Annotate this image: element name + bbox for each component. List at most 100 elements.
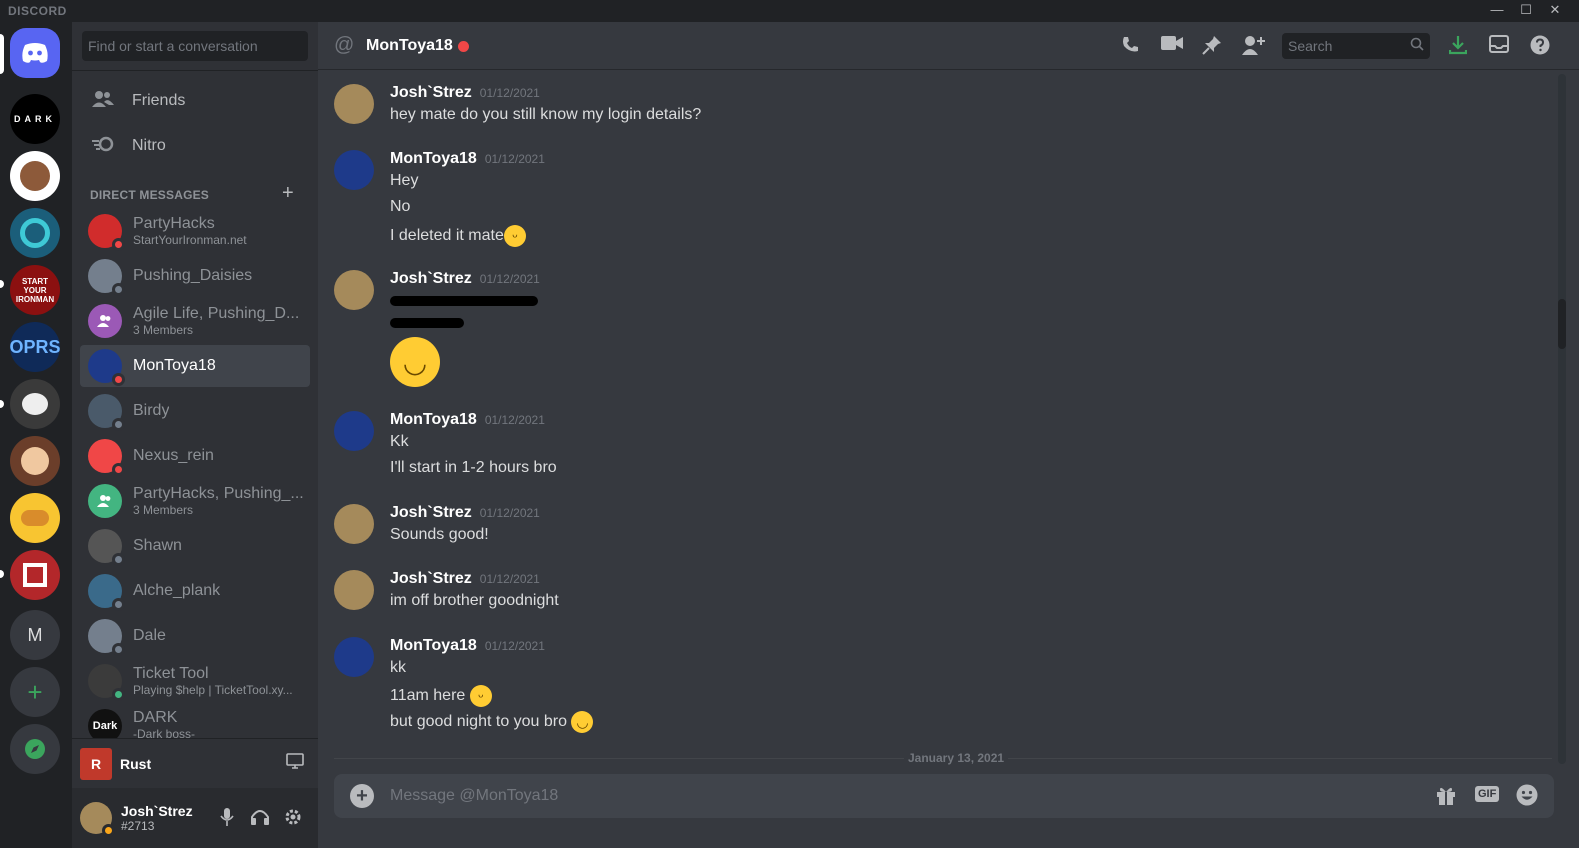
search-icon <box>1410 37 1424 54</box>
dm-name: Nexus_rein <box>133 447 214 464</box>
headphones-icon[interactable] <box>250 808 270 831</box>
channel-title: MonToya18 <box>366 37 453 54</box>
server-dark[interactable]: DARK <box>10 94 60 144</box>
avatar <box>88 439 125 476</box>
nitro-label: Nitro <box>132 137 166 154</box>
message-author[interactable]: MonToya18 01/12/2021 <box>390 411 545 429</box>
avatar[interactable] <box>334 270 374 310</box>
dm-name: Pushing_Daisies <box>133 267 253 284</box>
server-m[interactable]: M <box>10 610 60 660</box>
maximize-button[interactable]: ☐ <box>1512 2 1540 18</box>
pin-icon[interactable] <box>1202 35 1222 61</box>
avatar[interactable] <box>334 570 374 610</box>
group-icon <box>88 484 122 518</box>
add-member-icon[interactable] <box>1242 35 1266 61</box>
message-text: I deleted it mate ᵕ <box>390 225 526 247</box>
dm-item-partyhacks-group[interactable]: PartyHacks, Pushing_... 3 Members <box>80 480 310 522</box>
message-author[interactable]: MonToya18 01/12/2021 <box>390 150 545 168</box>
scrollbar-thumb[interactable] <box>1558 299 1566 349</box>
dm-name: PartyHacks, Pushing_... <box>133 485 304 502</box>
friends-label: Friends <box>132 92 186 109</box>
message-author[interactable]: Josh`Strez 01/12/2021 <box>390 84 540 102</box>
create-dm-button[interactable]: + <box>282 182 294 205</box>
unread-indicator <box>0 280 4 288</box>
nitro-nav[interactable]: Nitro <box>80 125 310 167</box>
find-conversation-input[interactable]: Find or start a conversation <box>82 31 308 61</box>
friends-nav[interactable]: Friends <box>80 80 310 122</box>
download-icon[interactable] <box>1448 35 1468 61</box>
microphone-icon[interactable] <box>220 808 234 831</box>
user-avatar[interactable] <box>80 802 115 837</box>
phone-icon[interactable] <box>1120 35 1140 61</box>
dm-activity: Playing $help | TicketTool.xy... <box>133 683 293 697</box>
user-tag: #2713 <box>121 819 155 833</box>
dm-item-partyhacks[interactable]: PartyHacks StartYourIronman.net <box>80 210 310 252</box>
avatar: Dark <box>88 709 122 738</box>
avatar <box>88 619 125 656</box>
screen-share-icon[interactable] <box>286 753 304 774</box>
avatar[interactable] <box>334 637 374 677</box>
dm-item-pushing-daisies[interactable]: Pushing_Daisies <box>80 255 310 297</box>
minimize-button[interactable]: — <box>1483 2 1511 17</box>
avatar <box>88 574 125 611</box>
message-text: 11am here ᵕ <box>390 685 492 707</box>
server-red[interactable] <box>10 550 60 600</box>
gif-button[interactable]: GIF <box>1475 786 1500 802</box>
dnd-status-icon <box>112 238 125 251</box>
home-button[interactable] <box>10 28 60 78</box>
message-composer[interactable]: + Message @MonToya18 GIF <box>334 774 1554 818</box>
dm-item-agile-life-group[interactable]: Agile Life, Pushing_D... 3 Members <box>80 300 310 342</box>
dm-name: MonToya18 <box>133 357 216 374</box>
server-anime[interactable] <box>10 436 60 486</box>
dm-item-alche-plank[interactable]: Alche_plank <box>80 570 310 612</box>
help-icon[interactable] <box>1530 35 1550 61</box>
message-author[interactable]: Josh`Strez 01/12/2021 <box>390 504 540 522</box>
message-author[interactable]: Josh`Strez 01/12/2021 <box>390 270 540 288</box>
attach-plus-icon[interactable]: + <box>350 784 374 808</box>
server-dog[interactable] <box>10 379 60 429</box>
message-input[interactable]: Message @MonToya18 <box>390 787 558 805</box>
dm-item-birdy[interactable]: Birdy <box>80 390 310 432</box>
server-panda[interactable] <box>10 151 60 201</box>
emoji-picker-icon[interactable] <box>1516 784 1538 812</box>
dm-name: Ticket Tool <box>133 665 209 682</box>
gift-icon[interactable] <box>1435 784 1457 812</box>
dm-item-shawn[interactable]: Shawn <box>80 525 310 567</box>
dm-item-nexus-rein[interactable]: Nexus_rein <box>80 435 310 477</box>
settings-gear-icon[interactable] <box>284 808 302 831</box>
search-input[interactable]: Search <box>1282 33 1430 59</box>
server-pancake[interactable] <box>10 493 60 543</box>
avatar[interactable] <box>334 504 374 544</box>
chat-scrollbar[interactable] <box>1558 74 1566 764</box>
dm-item-montoya18[interactable]: MonToya18 <box>80 345 310 387</box>
server-start-your-ironman[interactable]: START YOUR IRONMAN <box>10 265 60 315</box>
avatar[interactable] <box>334 150 374 190</box>
explore-servers-button[interactable] <box>10 724 60 774</box>
message-timestamp: 01/12/2021 <box>479 86 540 100</box>
message-timestamp: 01/12/2021 <box>479 506 540 520</box>
inbox-icon[interactable] <box>1489 35 1509 59</box>
user-name: Josh`Strez <box>121 803 193 819</box>
server-oprs[interactable]: OPRS <box>10 322 60 372</box>
dm-name: Shawn <box>133 537 182 554</box>
dm-activity: -Dark boss- <box>133 727 196 738</box>
avatar <box>88 529 125 566</box>
dm-item-dale[interactable]: Dale <box>80 615 310 657</box>
game-name: Rust <box>120 755 152 772</box>
date-divider-label: January 13, 2021 <box>904 751 1009 765</box>
dm-name: Birdy <box>133 402 170 419</box>
idle-status-icon <box>102 824 115 837</box>
video-icon[interactable] <box>1161 35 1183 57</box>
avatar[interactable] <box>334 411 374 451</box>
offline-status-icon <box>112 598 125 611</box>
avatar <box>88 214 125 251</box>
close-button[interactable]: ✕ <box>1541 2 1569 18</box>
message-author[interactable]: Josh`Strez 01/12/2021 <box>390 570 540 588</box>
dm-item-ticket-tool[interactable]: Ticket Tool Playing $help | TicketTool.xy… <box>80 660 310 702</box>
add-server-button[interactable]: + <box>10 667 60 717</box>
avatar[interactable] <box>334 84 374 124</box>
message-author[interactable]: MonToya18 01/12/2021 <box>390 637 545 655</box>
server-swirl[interactable] <box>10 208 60 258</box>
dm-sidebar: Find or start a conversation Friends Nit… <box>72 22 318 848</box>
dm-item-dark[interactable]: Dark DARK -Dark boss- <box>80 705 310 738</box>
